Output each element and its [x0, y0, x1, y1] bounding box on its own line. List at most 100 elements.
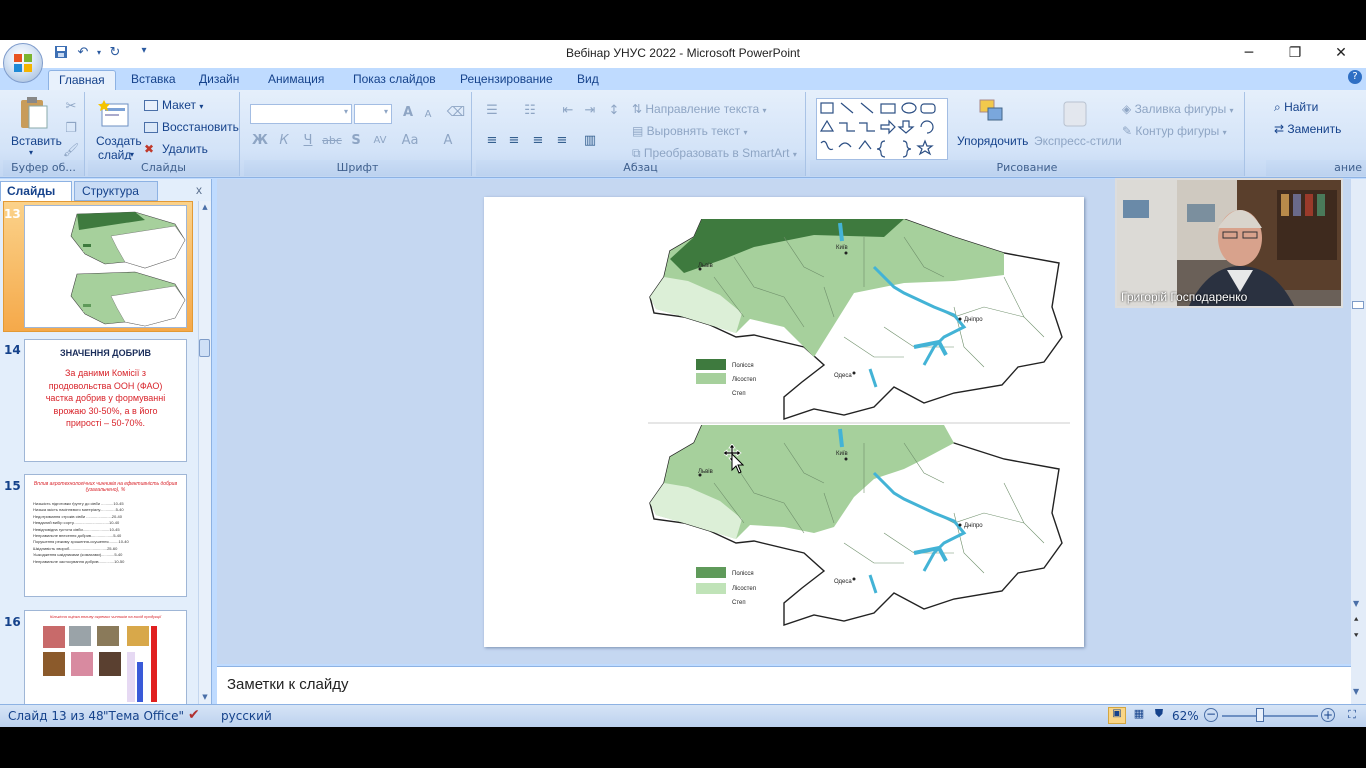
underline-icon[interactable]: Ч	[298, 132, 318, 150]
bullets-icon[interactable]: ☰	[482, 102, 502, 120]
shape-outline-button[interactable]: ✎ Контур фигуры ▾	[1122, 124, 1227, 138]
panel-scrollbar[interactable]: ▲ ▼	[198, 201, 211, 704]
panel-scroll-thumb[interactable]	[199, 339, 210, 357]
new-slide-label-1[interactable]: Создать	[96, 134, 142, 148]
quick-styles-button[interactable]: Экспресс-стили	[1034, 134, 1122, 148]
arrange-icon[interactable]	[978, 98, 1008, 130]
legend-polissia-bottom: Полісся	[732, 571, 754, 577]
find-button[interactable]: ⌕ Найти	[1274, 100, 1318, 115]
restore-icon[interactable]: ❐	[1272, 42, 1318, 66]
thumbnail-slide-16[interactable]: Кількісна оцінка впливу окремих чинників…	[24, 610, 187, 704]
notes-scroll-down-icon[interactable]: ▼	[1353, 687, 1359, 696]
font-size-dropdown-icon[interactable]: ▾	[384, 107, 388, 116]
tab-slides-panel[interactable]: Слайды	[0, 181, 72, 201]
close-icon[interactable]: ✕	[1318, 42, 1364, 66]
line-spacing-icon[interactable]: ↕	[604, 102, 624, 120]
new-slide-icon[interactable]	[98, 98, 130, 130]
font-name-dropdown-icon[interactable]: ▾	[344, 107, 348, 116]
notes-pane[interactable]: Заметки к слайду	[217, 666, 1351, 704]
decrease-indent-icon[interactable]: ⇤	[558, 102, 578, 120]
reset-button[interactable]: Восстановить	[144, 120, 239, 134]
smartart-button[interactable]: ⧉ Преобразовать в SmartArt ▾	[632, 146, 797, 161]
shape-fill-button[interactable]: ◈ Заливка фигуры ▾	[1122, 102, 1234, 116]
tab-review[interactable]: Рецензирование	[460, 70, 553, 90]
quick-styles-icon[interactable]	[1060, 98, 1090, 130]
shape-fill-label: Заливка фигуры	[1134, 102, 1227, 116]
tab-home[interactable]: Главная	[48, 70, 116, 90]
font-name-box[interactable]: ▾	[250, 104, 352, 124]
tab-slideshow[interactable]: Показ слайдов	[353, 70, 436, 90]
current-slide[interactable]: Київ Львів Дніпро Одеса Полісся Лісостеп…	[484, 197, 1084, 647]
slideshow-view-icon[interactable]: ⛊	[1150, 707, 1168, 724]
zoom-in-icon[interactable]: +	[1321, 708, 1335, 722]
copy-icon[interactable]: ❐	[61, 120, 81, 138]
office-button[interactable]	[3, 43, 43, 83]
tab-insert[interactable]: Вставка	[131, 70, 176, 90]
text-direction-button[interactable]: ⇅ Направление текста ▾	[632, 102, 767, 116]
thumb-number: 14	[4, 343, 21, 357]
thumbnail-slide-13[interactable]	[24, 205, 187, 328]
language-indicator[interactable]: русский	[221, 709, 272, 723]
new-slide-dropdown-icon[interactable]: ▾	[130, 150, 134, 159]
spellcheck-icon[interactable]: ✔	[188, 707, 200, 723]
paste-icon[interactable]	[17, 96, 49, 130]
align-right-icon[interactable]: ≡	[528, 132, 548, 150]
editor-scrollbar[interactable]: ▼ ⯅ ⯆ ▼	[1351, 179, 1366, 704]
zoom-slider-track[interactable]	[1222, 715, 1318, 717]
strikethrough-icon[interactable]: abc	[322, 132, 342, 150]
shapes-gallery[interactable]	[816, 98, 948, 160]
thumbnail-slide-15[interactable]: Вплив агротехнологічних чинників на ефек…	[24, 474, 187, 597]
align-text-button[interactable]: ▤ Выровнять текст ▾	[632, 124, 748, 138]
thumb-14-body: За даними Комісії з продовольства ООН (Ф…	[45, 368, 166, 428]
change-case-icon[interactable]: Aa	[400, 132, 420, 150]
font-color-icon[interactable]: A	[438, 132, 458, 150]
numbering-icon[interactable]: ☷	[520, 102, 540, 120]
delete-button[interactable]: ✖ Удалить	[144, 142, 208, 156]
scroll-down-icon[interactable]: ▼	[200, 693, 210, 701]
scroll-down-icon[interactable]: ▼	[1353, 599, 1359, 608]
prev-slide-icon[interactable]: ⯅	[1353, 615, 1359, 625]
align-left-icon[interactable]: ≡	[482, 132, 502, 150]
zoom-slider-thumb[interactable]	[1256, 708, 1265, 722]
replace-button[interactable]: ⇄ Заменить	[1274, 122, 1341, 136]
thumbnail-slide-14[interactable]: ЗНАЧЕННЯ ДОБРИВ За даними Комісії з прод…	[24, 339, 187, 462]
clear-format-icon[interactable]: ⌫	[446, 104, 466, 122]
theme-name[interactable]: "Тема Office"	[103, 709, 184, 723]
char-spacing-icon[interactable]: AV	[370, 132, 390, 150]
format-painter-icon[interactable]: 🖌	[61, 142, 81, 160]
video-participant-tile[interactable]: Григорій Господаренко	[1115, 178, 1343, 308]
shrink-font-icon[interactable]: A	[418, 106, 438, 124]
paste-button[interactable]: Вставить	[11, 134, 62, 148]
tab-outline-panel[interactable]: Структура	[74, 181, 158, 201]
zoom-out-icon[interactable]: −	[1204, 708, 1218, 722]
shadow-icon[interactable]: S	[346, 132, 366, 150]
tab-view[interactable]: Вид	[577, 70, 599, 90]
editor-scroll-thumb[interactable]	[1352, 301, 1364, 309]
minimize-icon[interactable]: ─	[1226, 42, 1272, 66]
layout-button[interactable]: Макет ▾	[144, 98, 203, 112]
thumb-15-list: Низькість підготовки ґрунту до сівби ...…	[33, 501, 178, 565]
increase-indent-icon[interactable]: ⇥	[580, 102, 600, 120]
justify-icon[interactable]: ≡	[552, 132, 572, 150]
slide-sorter-icon[interactable]: ▦	[1130, 707, 1148, 724]
close-panel-icon[interactable]: x	[196, 181, 208, 201]
next-slide-icon[interactable]: ⯆	[1353, 631, 1359, 641]
arrange-button[interactable]: Упорядочить	[957, 134, 1028, 148]
fit-to-window-icon[interactable]: ⛶	[1344, 708, 1360, 723]
align-center-icon[interactable]: ≡	[504, 132, 524, 150]
help-icon[interactable]: ?	[1348, 70, 1362, 84]
city-dnipro-bottom: Дніпро	[964, 523, 983, 529]
font-size-box[interactable]: ▾	[354, 104, 392, 124]
grow-font-icon[interactable]: A	[398, 104, 418, 122]
scroll-up-icon[interactable]: ▲	[200, 203, 210, 211]
zoom-level[interactable]: 62%	[1172, 709, 1199, 723]
bold-icon[interactable]: Ж	[250, 132, 270, 150]
paste-dropdown-icon[interactable]: ▾	[29, 148, 33, 157]
normal-view-icon[interactable]: ▣	[1108, 707, 1126, 724]
columns-icon[interactable]: ▥	[580, 132, 600, 150]
tab-animation[interactable]: Анимация	[268, 70, 324, 90]
bottom-map: Київ Львів Дніпро Одеса Полісся Лісостеп…	[649, 425, 1063, 626]
tab-design[interactable]: Дизайн	[199, 70, 239, 90]
cut-icon[interactable]: ✂	[61, 98, 81, 116]
italic-icon[interactable]: К	[274, 132, 294, 150]
